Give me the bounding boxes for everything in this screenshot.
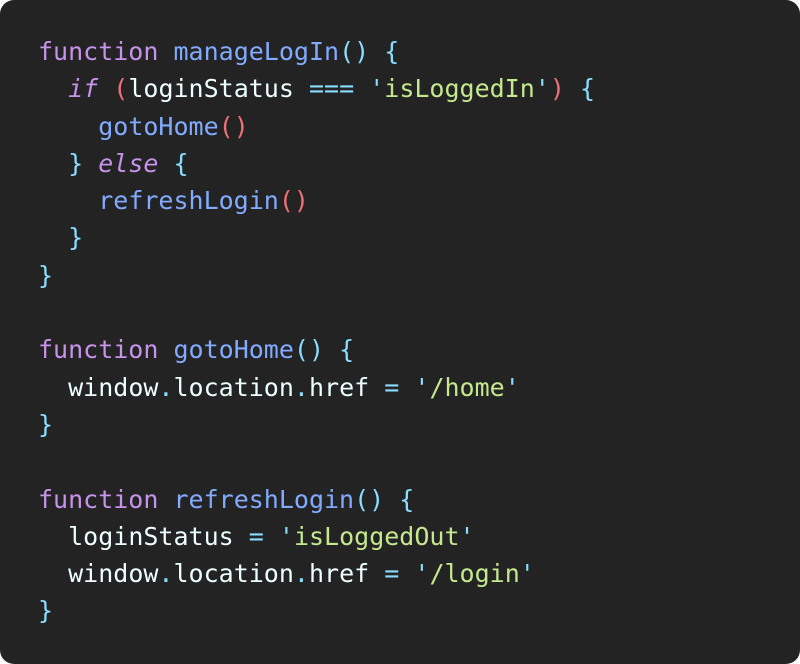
code-token: location bbox=[173, 559, 294, 589]
code-token: ' bbox=[519, 559, 535, 589]
code-token: isLoggedOut bbox=[293, 521, 460, 551]
code-token: ( bbox=[113, 74, 129, 104]
code-token: /login bbox=[429, 559, 520, 589]
code-token: function bbox=[38, 484, 159, 514]
code-line: } bbox=[38, 592, 595, 629]
code-token: = bbox=[248, 521, 264, 551]
code-line: function gotoHome() { bbox=[38, 331, 595, 368]
code-token: { bbox=[339, 335, 355, 365]
code-token: ' bbox=[534, 74, 550, 104]
code-token: . bbox=[158, 559, 174, 589]
code-line: } bbox=[38, 257, 595, 294]
code-line: } else { bbox=[38, 145, 595, 182]
code-token: === bbox=[308, 74, 355, 104]
code-token: gotoHome bbox=[173, 335, 294, 365]
code-token: () bbox=[339, 37, 370, 66]
code-token: window bbox=[68, 559, 159, 589]
code-token: refreshLogin bbox=[173, 484, 355, 514]
code-block: function manageLogIn() { if (loginStatus… bbox=[38, 33, 595, 630]
code-token: ' bbox=[414, 559, 430, 589]
code-token: . bbox=[293, 559, 309, 589]
code-token: manageLogIn bbox=[173, 37, 340, 66]
code-token: = bbox=[384, 559, 400, 589]
code-token: { bbox=[399, 484, 415, 514]
code-token: ' bbox=[278, 521, 294, 551]
code-token: { bbox=[173, 148, 189, 178]
code-token: function bbox=[38, 37, 159, 66]
code-token: loginStatus bbox=[68, 521, 234, 551]
code-token: . bbox=[293, 372, 309, 402]
code-snippet-card: function manageLogIn() { if (loginStatus… bbox=[0, 0, 800, 664]
code-line: } bbox=[38, 219, 595, 256]
code-token: = bbox=[384, 372, 400, 402]
code-token: ' bbox=[414, 372, 430, 402]
code-token: } bbox=[38, 260, 54, 290]
code-token: ' bbox=[459, 521, 475, 551]
code-line: gotoHome() bbox=[38, 108, 595, 145]
code-token: () bbox=[278, 186, 309, 216]
code-line: function refreshLogin() { bbox=[38, 481, 595, 518]
code-token: { bbox=[384, 37, 400, 66]
code-token: else bbox=[98, 148, 159, 178]
code-token: } bbox=[38, 409, 54, 439]
code-token: window bbox=[68, 372, 159, 402]
code-line: loginStatus = 'isLoggedOut' bbox=[38, 518, 595, 555]
code-token: href bbox=[308, 559, 370, 589]
code-token: () bbox=[218, 111, 249, 141]
code-line: function manageLogIn() { bbox=[38, 33, 595, 70]
code-token: } bbox=[38, 596, 54, 626]
code-token: () bbox=[293, 335, 325, 365]
code-line: } bbox=[38, 406, 595, 443]
code-token: href bbox=[308, 372, 370, 402]
code-token: } bbox=[68, 223, 84, 253]
code-token: { bbox=[579, 74, 596, 104]
code-line: if (loginStatus === 'isLoggedIn') { bbox=[38, 70, 595, 107]
code-token: ) bbox=[549, 74, 565, 104]
code-token: location bbox=[173, 372, 294, 402]
code-token: if bbox=[68, 74, 99, 104]
code-token: isLoggedIn bbox=[384, 74, 535, 104]
code-token: function bbox=[38, 335, 159, 365]
code-line: window.location.href = '/login' bbox=[38, 555, 595, 592]
code-line: refreshLogin() bbox=[38, 182, 595, 219]
code-token: } bbox=[68, 148, 84, 178]
code-token: loginStatus bbox=[128, 74, 294, 104]
code-token: () bbox=[354, 484, 385, 514]
code-token: gotoHome bbox=[98, 111, 219, 141]
code-line: window.location.href = '/home' bbox=[38, 369, 595, 406]
code-token: ' bbox=[369, 74, 385, 104]
code-token: refreshLogin bbox=[98, 186, 279, 216]
code-token: ' bbox=[504, 372, 520, 402]
code-token: /home bbox=[429, 372, 505, 402]
code-token: . bbox=[158, 372, 174, 402]
